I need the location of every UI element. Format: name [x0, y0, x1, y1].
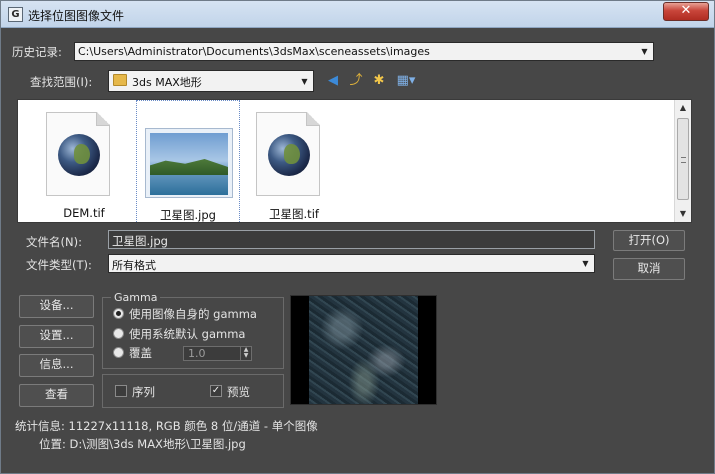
file-name: DEM.tif	[63, 206, 105, 220]
folder-icon	[113, 74, 127, 86]
chevron-down-icon: ▼	[582, 259, 589, 268]
chevron-down-icon: ▼	[301, 77, 308, 86]
filename-input[interactable]: 卫星图.jpg	[108, 230, 595, 249]
setup-button[interactable]: 设置...	[19, 325, 94, 348]
filename-label: 文件名(N):	[26, 235, 82, 249]
gamma-system-radio[interactable]	[113, 328, 124, 339]
file-name: 卫星图.jpg	[160, 208, 216, 222]
gamma-group: Gamma 使用图像自身的 gamma 使用系统默认 gamma 覆盖 1.0 …	[102, 291, 284, 369]
sequence-label: 序列	[132, 385, 155, 399]
window-title: 选择位图图像文件	[28, 9, 125, 23]
preview-checkbox[interactable]: ✓	[210, 385, 222, 397]
file-icon	[46, 112, 110, 196]
history-label: 历史记录:	[12, 45, 62, 59]
file-item-selected[interactable]: 卫星图.jpg	[136, 100, 240, 222]
filetype-label: 文件类型(T):	[26, 258, 92, 272]
options-group: 序列 ✓ 预览	[102, 374, 284, 408]
stats-info: 统计信息: 11227x11118, RGB 颜色 8 位/通道 - 单个图像	[15, 419, 318, 433]
gamma-override-label: 覆盖	[129, 346, 152, 360]
up-folder-icon[interactable]: ⤴	[347, 72, 365, 90]
app-icon: G	[8, 7, 23, 22]
close-button[interactable]: ✕	[663, 2, 709, 21]
file-icon	[256, 112, 320, 196]
gamma-own-label: 使用图像自身的 gamma	[129, 307, 257, 321]
history-dropdown[interactable]: C:\Users\Administrator\Documents\3dsMax\…	[74, 42, 654, 61]
spinner-arrows-icon[interactable]: ▲ ▼	[240, 347, 251, 360]
new-folder-icon[interactable]: ✱	[370, 72, 388, 90]
sequence-checkbox[interactable]	[115, 385, 127, 397]
file-list: DEM.tif 卫星图.jpg 卫星图.tif ▲ ▼	[17, 99, 692, 223]
preview-label: 预览	[227, 385, 250, 399]
back-icon[interactable]: ◀	[324, 72, 342, 90]
file-name: 卫星图.tif	[269, 207, 319, 221]
vertical-scrollbar[interactable]: ▲ ▼	[674, 100, 691, 222]
file-item[interactable]: DEM.tif	[32, 100, 136, 222]
scroll-up-icon[interactable]: ▲	[675, 100, 691, 116]
title-bar: G 选择位图图像文件 ✕	[1, 1, 714, 28]
gamma-legend: Gamma	[111, 291, 161, 304]
lookin-value: 3ds MAX地形	[132, 76, 202, 89]
lookin-label: 查找范围(I):	[30, 75, 93, 89]
chevron-down-icon: ▼	[641, 47, 648, 56]
gamma-system-label: 使用系统默认 gamma	[129, 327, 246, 341]
cancel-button[interactable]: 取消	[613, 258, 685, 280]
scroll-down-icon[interactable]: ▼	[675, 206, 691, 222]
device-button[interactable]: 设备...	[19, 295, 94, 318]
file-item[interactable]: 卫星图.tif	[242, 100, 346, 222]
image-preview	[290, 295, 437, 405]
stats-location: 位置: D:\测图\3ds MAX地形\卫星图.jpg	[39, 437, 246, 451]
history-value: C:\Users\Administrator\Documents\3dsMax\…	[78, 45, 430, 58]
view-button[interactable]: 查看	[19, 384, 94, 407]
filename-value: 卫星图.jpg	[112, 234, 168, 248]
gamma-own-radio[interactable]	[113, 308, 124, 319]
gamma-override-value: 1.0	[188, 347, 206, 360]
open-button[interactable]: 打开(O)	[613, 230, 685, 251]
image-thumbnail-icon	[145, 128, 233, 198]
info-button[interactable]: 信息...	[19, 354, 94, 377]
scroll-thumb[interactable]	[677, 118, 689, 200]
satellite-preview-image	[309, 296, 419, 404]
filetype-value: 所有格式	[112, 259, 156, 272]
view-menu-icon[interactable]: ▦▾	[394, 72, 418, 90]
file-dialog: G 选择位图图像文件 ✕ 历史记录: C:\Users\Administrato…	[0, 0, 715, 474]
filetype-dropdown[interactable]: 所有格式 ▼	[108, 254, 595, 273]
gamma-override-radio[interactable]	[113, 347, 124, 358]
gamma-override-spinner[interactable]: 1.0 ▲ ▼	[183, 346, 252, 361]
lookin-dropdown[interactable]: 3ds MAX地形 ▼	[108, 70, 314, 92]
